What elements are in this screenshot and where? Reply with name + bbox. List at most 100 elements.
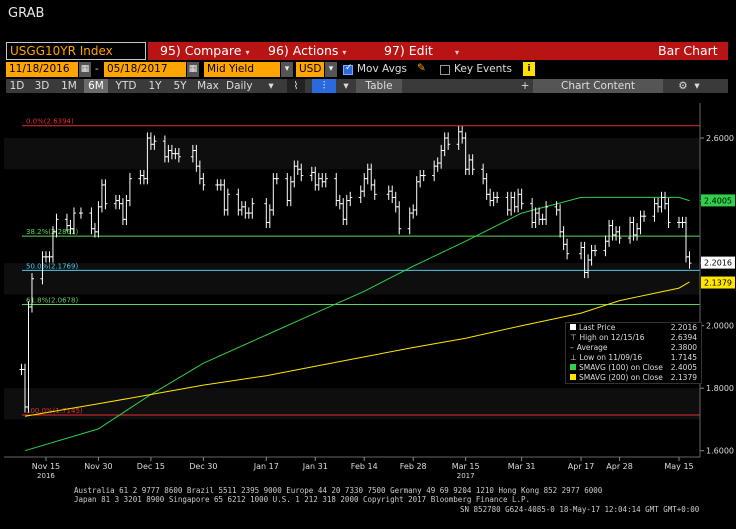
range-1y[interactable]: 1Y bbox=[144, 79, 166, 93]
field-select[interactable]: Mid Yield bbox=[204, 62, 280, 77]
legend-label: Low on 11/09/16 bbox=[579, 353, 643, 362]
chevron-down-icon[interactable]: ▾ bbox=[325, 62, 337, 77]
x-tick-label: Feb 28 bbox=[400, 462, 427, 471]
square-yellow-icon bbox=[570, 374, 576, 380]
footer-stamp: SN 852780 G624-4085-0 18-May-17 12:04:14… bbox=[460, 505, 700, 514]
key-events-label: Key Events bbox=[454, 63, 512, 75]
compare-label: 95) Compare bbox=[160, 43, 242, 58]
x-tick-year-label: 2017 bbox=[457, 472, 475, 480]
range-ytd[interactable]: YTD bbox=[111, 79, 141, 93]
actions-label: 96) Actions bbox=[268, 43, 339, 58]
calendar-icon[interactable]: ▦ bbox=[187, 62, 199, 77]
y-tick-label: 1.8000 bbox=[706, 384, 734, 393]
table-label: Table bbox=[365, 80, 393, 92]
fib-level-label: 61.8%(2.0678) bbox=[26, 296, 78, 304]
footer-contacts-2: Japan 81 3 3201 8900 Singapore 65 6212 1… bbox=[74, 495, 531, 504]
grid-band bbox=[4, 263, 700, 295]
x-tick-label: Dec 15 bbox=[137, 462, 165, 471]
mov-avgs-label: Mov Avgs bbox=[357, 63, 407, 75]
x-tick-label: Apr 17 bbox=[568, 462, 595, 471]
bar-chart-icon[interactable]: ⫶ bbox=[312, 79, 336, 93]
pencil-icon[interactable]: ✎ bbox=[417, 61, 426, 76]
chart-type-label: Bar Chart bbox=[658, 43, 718, 58]
ticker-field[interactable]: USGG10YR Index bbox=[6, 42, 146, 60]
average-marker-icon: – bbox=[570, 343, 574, 352]
end-date-field[interactable]: 05/18/2017 bbox=[104, 62, 186, 77]
edit-button[interactable]: 97) Edit ▾ bbox=[384, 42, 459, 60]
legend-value: 2.3800 bbox=[670, 343, 697, 352]
info-icon[interactable]: i bbox=[523, 62, 535, 76]
period-select[interactable]: Daily bbox=[226, 79, 266, 93]
line-chart-icon[interactable]: ⌇ bbox=[287, 79, 305, 93]
date-separator: - bbox=[95, 63, 99, 75]
y-tick-label: 2.6000 bbox=[706, 134, 734, 143]
gear-icon[interactable]: ⚙ bbox=[678, 79, 688, 93]
calendar-icon[interactable]: ▦ bbox=[79, 62, 91, 77]
grid-band bbox=[4, 138, 700, 170]
range-5y[interactable]: 5Y bbox=[169, 79, 191, 93]
x-tick-label: Jan 17 bbox=[253, 462, 279, 471]
x-tick-label: Dec 30 bbox=[189, 462, 217, 471]
chevron-down-icon[interactable]: ▾ bbox=[281, 62, 293, 77]
window-title: GRAB bbox=[8, 6, 45, 21]
y-tick-label: 2.0000 bbox=[706, 322, 734, 331]
legend-label: High on 12/15/16 bbox=[579, 333, 645, 342]
fib-level-label: 50.0%(2.1769) bbox=[26, 262, 78, 270]
currency-select[interactable]: USD bbox=[296, 62, 324, 77]
key-events-checkbox[interactable] bbox=[440, 65, 450, 75]
compare-button[interactable]: 95) Compare ▾ bbox=[160, 42, 249, 60]
compare-chevron-icon: ▾ bbox=[245, 48, 250, 57]
price-chart[interactable]: 0.0%(2.6394)38.2%(2.2861)50.0%(2.1769)61… bbox=[0, 95, 736, 495]
fib-level-label: 0.0%(2.6394) bbox=[26, 118, 74, 126]
legend-low: ⊥ Low on 11/09/16 1.7145 bbox=[566, 353, 701, 363]
value-tag-label: 2.1379 bbox=[704, 279, 732, 288]
chart-content-button[interactable]: Chart Content bbox=[533, 79, 663, 93]
low-marker-icon: ⊥ bbox=[570, 353, 577, 362]
x-tick-label: Mar 15 bbox=[452, 462, 480, 471]
chevron-down-icon[interactable]: ▾ bbox=[340, 79, 352, 93]
high-marker-icon: ⊤ bbox=[570, 333, 577, 342]
range-1d[interactable]: 1D bbox=[6, 79, 28, 93]
legend-sma100: SMAVG (100) on Close 2.4005 bbox=[566, 363, 701, 373]
square-green-icon bbox=[570, 364, 576, 370]
chevron-down-icon[interactable]: ▾ bbox=[692, 79, 702, 93]
range-3d[interactable]: 3D bbox=[31, 79, 53, 93]
x-tick-label: May 15 bbox=[664, 462, 693, 471]
x-tick-year-label: 2016 bbox=[37, 472, 55, 480]
legend-high: ⊤ High on 12/15/16 2.6394 bbox=[566, 333, 701, 343]
x-tick-label: Nov 15 bbox=[32, 462, 60, 471]
x-tick-label: Nov 30 bbox=[84, 462, 112, 471]
legend-label: Average bbox=[576, 343, 608, 352]
add-icon[interactable]: + bbox=[520, 79, 530, 93]
legend-value: 2.2016 bbox=[670, 323, 697, 332]
legend-value: 2.1379 bbox=[670, 373, 697, 382]
legend-value: 2.4005 bbox=[670, 363, 697, 372]
start-date-field[interactable]: 11/18/2016 bbox=[6, 62, 78, 77]
chart-content-label: Chart Content bbox=[561, 80, 635, 92]
x-tick-label: Feb 14 bbox=[351, 462, 378, 471]
mov-avgs-checkbox[interactable]: ✓ bbox=[343, 63, 353, 75]
square-white-icon bbox=[570, 324, 576, 330]
chevron-down-icon[interactable]: ▾ bbox=[266, 79, 276, 93]
range-max[interactable]: Max bbox=[194, 79, 222, 93]
value-tag-label: 2.4005 bbox=[704, 196, 732, 205]
legend-value: 1.7145 bbox=[670, 353, 697, 362]
chart-legend: Last Price 2.2016 ⊤ High on 12/15/16 2.6394… bbox=[565, 322, 702, 384]
range-1m[interactable]: 1M bbox=[57, 79, 81, 93]
legend-average: – Average 2.3800 bbox=[566, 343, 701, 353]
x-tick-label: Apr 28 bbox=[606, 462, 633, 471]
x-tick-label: Mar 31 bbox=[508, 462, 536, 471]
legend-sma200: SMAVG (200) on Close 2.1379 bbox=[566, 373, 701, 383]
footer-contacts: Australia 61 2 9777 8600 Brazil 5511 239… bbox=[74, 486, 603, 495]
range-6m[interactable]: 6M bbox=[84, 79, 108, 93]
table-button[interactable]: Table bbox=[356, 79, 402, 93]
legend-label: SMAVG (100) on Close bbox=[579, 363, 663, 372]
y-tick-label: 1.6000 bbox=[706, 447, 734, 456]
actions-button[interactable]: 96) Actions ▾ bbox=[268, 42, 346, 60]
edit-chevron-icon: ▾ bbox=[454, 48, 459, 57]
legend-value: 2.6394 bbox=[670, 333, 697, 342]
actions-chevron-icon: ▾ bbox=[342, 48, 347, 57]
legend-label: Last Price bbox=[579, 323, 616, 332]
legend-label: SMAVG (200) on Close bbox=[579, 373, 663, 382]
x-tick-label: Jan 31 bbox=[302, 462, 328, 471]
